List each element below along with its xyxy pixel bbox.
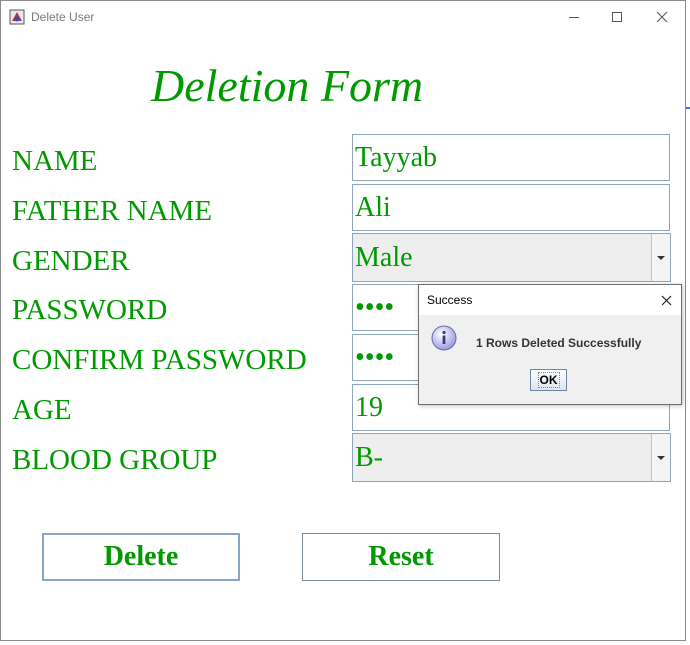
ok-button-label: OK: [537, 372, 560, 388]
delete-user-window: Delete User Deletion Form NAME Tayyab FA…: [0, 0, 686, 641]
gender-value: Male: [355, 242, 413, 273]
window-title: Delete User: [31, 10, 95, 24]
maximize-button[interactable]: [594, 1, 640, 32]
reset-button[interactable]: Reset: [302, 533, 500, 581]
chevron-down-icon: [657, 455, 665, 460]
minimize-icon: [569, 16, 579, 18]
dialog-title: Success: [427, 293, 473, 307]
name-label: NAME: [12, 145, 98, 177]
age-label: AGE: [12, 394, 72, 426]
delete-button[interactable]: Delete: [42, 533, 240, 581]
close-button[interactable]: [639, 1, 685, 32]
title-bar[interactable]: Delete User: [1, 1, 685, 32]
chevron-down-icon: [657, 255, 665, 260]
app-icon: [9, 9, 25, 25]
background-window-edge: [686, 107, 690, 109]
gender-dropdown-button[interactable]: [651, 234, 670, 281]
confirm-password-label: CONFIRM PASSWORD: [12, 344, 307, 376]
dialog-message: 1 Rows Deleted Successfully: [476, 336, 642, 350]
father-name-label: FATHER NAME: [12, 195, 213, 227]
form-heading: Deletion Form: [151, 60, 424, 111]
gender-label: GENDER: [12, 245, 130, 277]
gender-select[interactable]: Male: [352, 233, 671, 282]
blood-group-value: B-: [355, 442, 383, 473]
minimize-button[interactable]: [551, 1, 597, 32]
dialog-close-button[interactable]: [655, 289, 677, 311]
maximize-icon: [612, 11, 622, 22]
info-icon: [431, 325, 457, 351]
close-icon: [656, 11, 668, 22]
success-dialog: Success 1 Rows Deleted Successfully OK: [418, 284, 682, 405]
ok-button[interactable]: OK: [530, 369, 567, 391]
blood-group-select[interactable]: B-: [352, 433, 671, 482]
blood-group-dropdown-button[interactable]: [651, 434, 670, 481]
close-icon: [661, 295, 671, 305]
dialog-title-bar[interactable]: Success: [419, 285, 681, 315]
password-label: PASSWORD: [12, 294, 168, 326]
name-field[interactable]: Tayyab: [352, 134, 670, 181]
father-name-field[interactable]: Ali: [352, 184, 670, 231]
blood-group-label: BLOOD GROUP: [12, 444, 218, 476]
